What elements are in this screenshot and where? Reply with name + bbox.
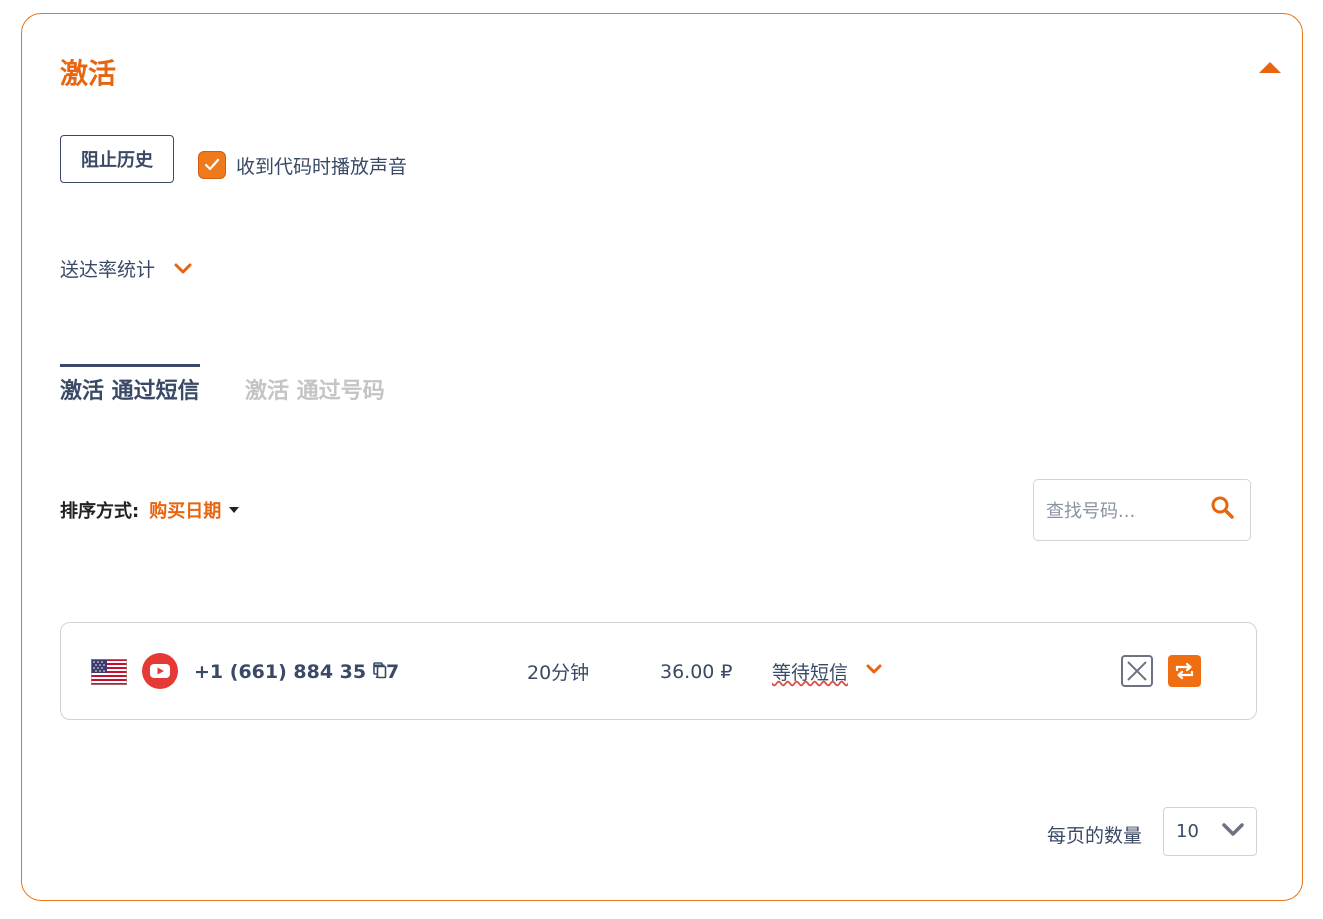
chevron-down-icon xyxy=(1222,823,1244,836)
phone-number: +1 (661) 884 35 77 xyxy=(194,661,400,683)
tab-sms-activation[interactable]: 激活 通过短信 xyxy=(60,364,200,405)
triangle-up-icon xyxy=(1259,62,1281,73)
per-page-value: 10 xyxy=(1176,821,1199,842)
search-input[interactable] xyxy=(1046,498,1196,524)
play-sound-checkbox[interactable] xyxy=(198,151,226,179)
youtube-icon xyxy=(142,653,178,689)
sort-label: 排序方式: xyxy=(60,501,140,522)
copy-icon[interactable] xyxy=(373,662,387,679)
time-remaining: 20分钟 xyxy=(527,662,590,684)
sort-value-dropdown[interactable]: 购买日期 xyxy=(149,497,221,523)
activation-price: 36.00 ₽ xyxy=(660,661,733,683)
delivery-stats-label: 送达率统计 xyxy=(60,259,156,281)
checkmark-icon xyxy=(204,158,220,171)
panel-title: 激活 xyxy=(60,57,117,90)
status-waiting-sms[interactable]: 等待短信 xyxy=(772,658,848,685)
block-history-button[interactable]: 阻止历史 xyxy=(60,135,174,183)
us-flag-icon xyxy=(91,659,127,685)
sort-control: 排序方式: 购买日期 xyxy=(60,497,240,523)
play-sound-label: 收到代码时播放声音 xyxy=(236,155,408,178)
repeat-icon xyxy=(1175,662,1194,680)
search-icon[interactable] xyxy=(1210,495,1236,521)
caret-down-icon[interactable] xyxy=(229,507,240,513)
per-page-select[interactable]: 10 xyxy=(1163,807,1257,856)
collapse-toggle[interactable] xyxy=(1256,60,1286,80)
search-box xyxy=(1033,479,1251,541)
close-icon xyxy=(1127,661,1147,681)
play-sound-option[interactable]: 收到代码时播放声音 xyxy=(198,151,407,179)
activation-panel: 激活 阻止历史 收到代码时播放声音 送达率统计 激活 通过短信 激活 通过号码 … xyxy=(21,13,1303,901)
activation-row: +1 (661) 884 35 77 20分钟 36.00 ₽ 等待短信 xyxy=(60,622,1257,720)
cancel-activation-button[interactable] xyxy=(1121,655,1153,687)
per-page-label: 每页的数量 xyxy=(1047,825,1143,847)
tab-number-activation[interactable]: 激活 通过号码 xyxy=(245,367,385,405)
chevron-down-icon xyxy=(174,263,192,273)
repeat-activation-button[interactable] xyxy=(1168,655,1201,687)
delivery-stats-toggle[interactable]: 送达率统计 xyxy=(60,255,193,282)
chevron-down-icon[interactable] xyxy=(865,663,883,675)
